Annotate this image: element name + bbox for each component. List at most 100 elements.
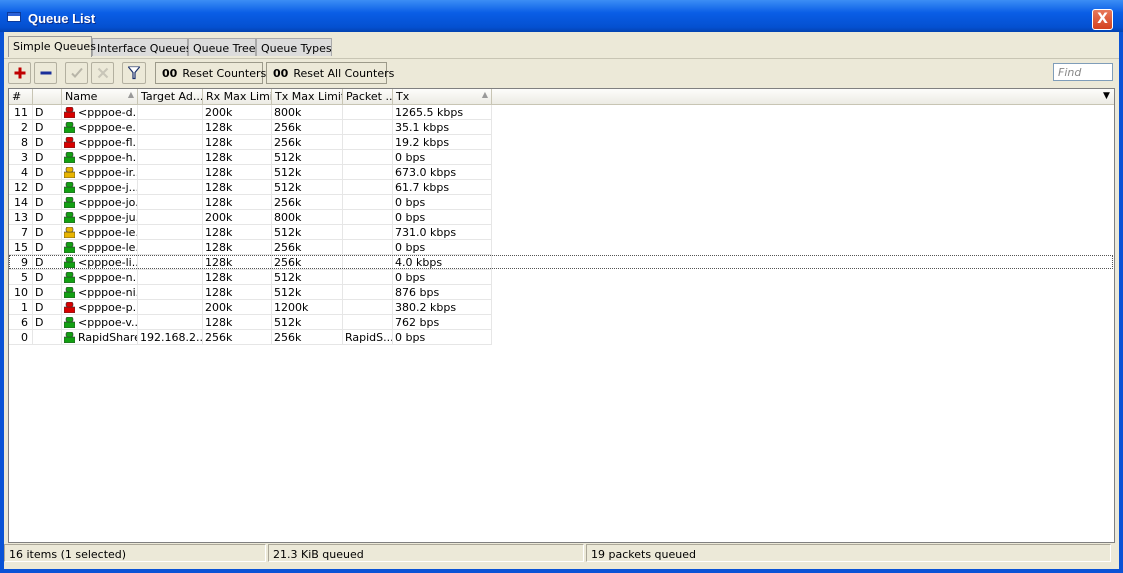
status-packets-queued: 19 packets queued <box>586 544 1111 562</box>
cell-name: <pppoe-j... <box>62 180 138 195</box>
queue-name: <pppoe-le... <box>78 226 137 239</box>
table-row[interactable]: 8 D <pppoe-fl... 128k 256k 19.2 kbps <box>9 135 1114 150</box>
cell-tx: 1265.5 kbps <box>393 105 492 120</box>
cell-flags: D <box>33 150 62 165</box>
table-row[interactable]: 3 D <pppoe-h... 128k 512k 0 bps <box>9 150 1114 165</box>
cell-packet-marks <box>343 105 393 120</box>
table-row[interactable]: 7D <pppoe-le... 128k512k 731.0 kbps <box>9 225 1114 240</box>
table-row[interactable]: 6 D <pppoe-v... 128k 512k 762 bps <box>9 315 1114 330</box>
table-row[interactable]: 12 D <pppoe-j... 128k 512k 61.7 kbps <box>9 180 1114 195</box>
queue-icon <box>64 136 75 148</box>
cell-flags: D <box>33 135 62 150</box>
cell-rx-max-limit: 200k <box>203 210 272 225</box>
table-row[interactable]: 14D <pppoe-jo... 128k256k 0 bps <box>9 195 1114 210</box>
column-header-number[interactable]: # <box>9 89 33 104</box>
cell-packet-marks <box>343 285 393 300</box>
queue-icon <box>64 166 75 178</box>
enable-button[interactable] <box>65 62 88 84</box>
cell-number: 11 <box>9 105 33 120</box>
find-input[interactable]: Find <box>1053 63 1113 81</box>
minus-icon <box>40 71 51 75</box>
column-header-rx-max-limit[interactable]: Rx Max Limit <box>203 89 272 104</box>
close-button[interactable]: X <box>1092 9 1113 30</box>
queue-list-window: Queue List X Simple Queues Interface Que… <box>0 0 1123 573</box>
queue-name: <pppoe-n... <box>78 271 138 284</box>
queue-name: <pppoe-jo... <box>78 196 137 209</box>
table-row[interactable]: 1 D <pppoe-p... 200k 1200k 380.2 kbps <box>9 300 1114 315</box>
cell-target <box>138 105 203 120</box>
title-bar[interactable]: Queue List X <box>0 0 1123 32</box>
cell-name: <pppoe-n... <box>62 270 138 285</box>
cell-number: 5 <box>9 270 33 285</box>
remove-button[interactable] <box>34 62 57 84</box>
queue-name: <pppoe-v... <box>78 316 138 329</box>
queue-name: <pppoe-p... <box>78 301 138 314</box>
window-client: Simple Queues Interface Queues Queue Tre… <box>4 32 1119 569</box>
cell-number: 8 <box>9 135 33 150</box>
filter-button[interactable] <box>122 62 146 84</box>
add-button[interactable] <box>8 62 31 84</box>
cell-rx-max-limit: 128k <box>203 225 272 240</box>
disable-button[interactable] <box>91 62 114 84</box>
reset-counters-label: Reset Counters <box>182 67 267 80</box>
table-row[interactable]: 4 D <pppoe-ir... 128k 512k 673.0 kbps <box>9 165 1114 180</box>
column-header-flags[interactable] <box>33 89 62 104</box>
cell-target <box>138 135 203 150</box>
cell-number: 12 <box>9 180 33 195</box>
cell-packet-marks <box>343 315 393 330</box>
cell-flags: D <box>33 105 62 120</box>
cell-tx-max-limit: 256k <box>272 120 343 135</box>
column-header-tx[interactable]: Tx ▲ <box>393 89 492 104</box>
reset-all-counters-button[interactable]: 00 Reset All Counters <box>266 62 394 84</box>
cell-rx-max-limit: 128k <box>203 195 272 210</box>
tab-queue-tree[interactable]: Queue Tree <box>188 38 256 56</box>
cell-tx-max-limit: 256k <box>272 195 343 210</box>
cell-number: 4 <box>9 165 33 180</box>
cell-target <box>138 195 203 210</box>
cell-rx-max-limit: 128k <box>203 315 272 330</box>
cell-packet-marks <box>343 270 393 285</box>
table-row[interactable]: 10D <pppoe-ni... 128k512k 876 bps <box>9 285 1114 300</box>
column-header-packet-marks[interactable]: Packet ... <box>343 89 393 104</box>
toolbar: 00 Reset Counters 00 Reset All Counters <box>4 58 1119 87</box>
table-row[interactable]: 11 D <pppoe-d... 200k 800k 1265.5 kbps <box>9 105 1114 120</box>
table-row[interactable]: 0 RapidShare 192.168.2.... 256k 256k RapidS..… <box>9 330 1114 345</box>
tab-interface-queues[interactable]: Interface Queues <box>92 38 192 56</box>
cell-name: <pppoe-v... <box>62 315 138 330</box>
queue-icon <box>64 226 75 238</box>
queue-name: <pppoe-ir... <box>78 166 138 179</box>
reset-counters-button[interactable]: 00 Reset Counters <box>155 62 267 84</box>
column-header-target[interactable]: Target Ad... <box>138 89 203 104</box>
cell-name: <pppoe-ir... <box>62 165 138 180</box>
filter-icon <box>128 66 140 80</box>
queue-icon <box>64 121 75 133</box>
column-header-tx-label: Tx <box>396 90 410 103</box>
table-row[interactable]: 15D <pppoe-le... 128k256k 0 bps <box>9 240 1114 255</box>
cell-packet-marks <box>343 300 393 315</box>
cell-name: <pppoe-h... <box>62 150 138 165</box>
sort-arrow-icon: ▲ <box>481 90 488 99</box>
cell-number: 3 <box>9 150 33 165</box>
table-row[interactable]: 9 D <pppoe-li... 128k 256k 4.0 kbps <box>9 255 1114 270</box>
close-icon: X <box>1097 11 1108 27</box>
table-row[interactable]: 13D <pppoe-ju... 200k800k 0 bps <box>9 210 1114 225</box>
cell-tx-max-limit: 512k <box>272 315 343 330</box>
cell-target <box>138 225 203 240</box>
cell-tx: 762 bps <box>393 315 492 330</box>
column-chooser-dropdown[interactable]: ▼ <box>1099 89 1114 104</box>
queue-name: <pppoe-ni... <box>78 286 137 299</box>
cell-flags: D <box>33 270 62 285</box>
cell-number: 0 <box>9 330 33 345</box>
table-row[interactable]: 2 D <pppoe-e... 128k 256k 35.1 kbps <box>9 120 1114 135</box>
column-header-name[interactable]: Name ▲ <box>62 89 138 104</box>
tab-queue-types[interactable]: Queue Types <box>256 38 332 56</box>
queue-name: <pppoe-d... <box>78 106 138 119</box>
column-header-tx-max-limit[interactable]: Tx Max Limit <box>272 89 343 104</box>
queue-icon <box>64 151 75 163</box>
counter-icon: 00 <box>162 67 178 80</box>
queue-name: <pppoe-e... <box>78 121 138 134</box>
cell-target <box>138 240 203 255</box>
table-row[interactable]: 5 D <pppoe-n... 128k 512k 0 bps <box>9 270 1114 285</box>
tab-simple-queues[interactable]: Simple Queues <box>8 36 96 57</box>
cell-tx-max-limit: 512k <box>272 285 343 300</box>
